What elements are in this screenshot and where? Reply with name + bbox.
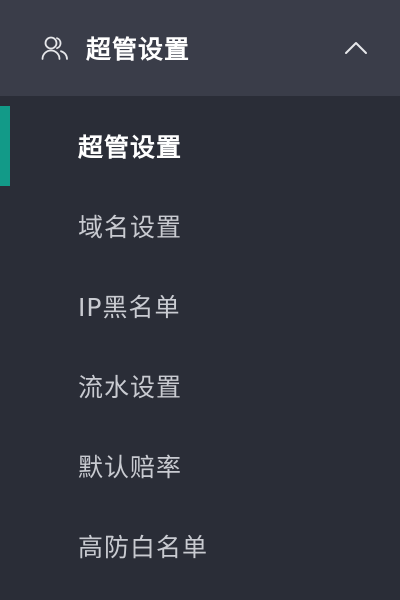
users-icon [40, 33, 70, 63]
menu-item-label: IP黑名单 [78, 293, 181, 322]
active-indicator [0, 106, 10, 186]
menu-item-label: 超管设置 [78, 133, 183, 162]
submenu-items: 超管设置 域名设置 IP黑名单 流水设置 默认赔率 高防白名单 [0, 96, 400, 586]
menu-item-high-defense-whitelist[interactable]: 高防白名单 [0, 506, 400, 586]
menu-item-super-admin-settings[interactable]: 超管设置 [0, 106, 400, 186]
menu-item-label: 默认赔率 [78, 453, 183, 482]
menu-item-flow-settings[interactable]: 流水设置 [0, 346, 400, 426]
menu-item-label: 流水设置 [78, 373, 183, 402]
submenu-header-super-admin[interactable]: 超管设置 [0, 0, 400, 96]
chevron-up-icon[interactable] [342, 34, 370, 62]
menu-item-domain-settings[interactable]: 域名设置 [0, 186, 400, 266]
menu-item-ip-blacklist[interactable]: IP黑名单 [0, 266, 400, 346]
menu-item-label: 高防白名单 [78, 533, 209, 562]
menu-item-label: 域名设置 [78, 213, 183, 242]
sidebar-menu: 超管设置 超管设置 域名设置 IP黑名单 流水设置 默认赔率 高防白名单 [0, 0, 400, 600]
menu-item-default-odds[interactable]: 默认赔率 [0, 426, 400, 506]
submenu-title: 超管设置 [86, 35, 191, 64]
